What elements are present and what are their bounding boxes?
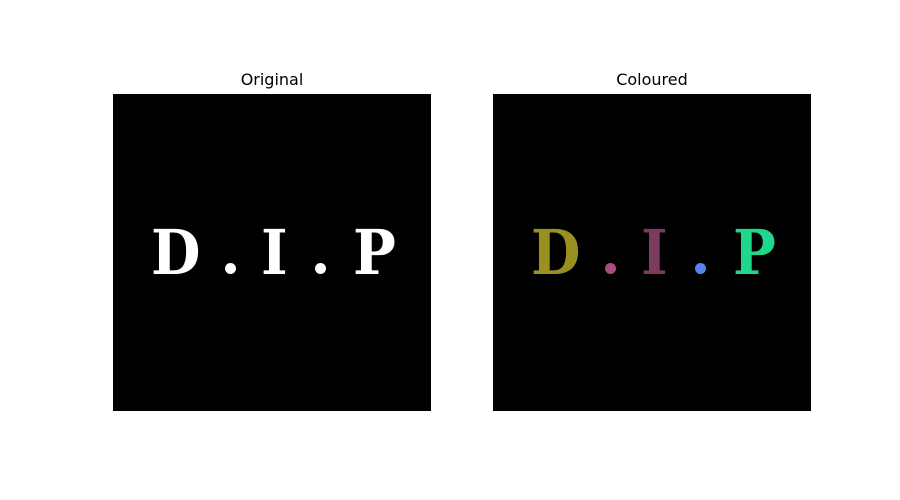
original-image-panel: D I P [113, 94, 431, 411]
letter-i: I [641, 216, 668, 289]
dot-1 [605, 263, 616, 274]
coloured-image-panel: D I P [493, 94, 811, 411]
dot-2 [695, 263, 706, 274]
letter-i: I [261, 216, 288, 289]
letter-p: P [353, 216, 396, 289]
dot-1 [225, 263, 236, 274]
letter-d: D [531, 216, 581, 289]
dot-2 [315, 263, 326, 274]
letter-d: D [151, 216, 201, 289]
title-coloured: Coloured [616, 70, 688, 89]
title-original: Original [240, 70, 304, 89]
letter-p: P [733, 216, 776, 289]
